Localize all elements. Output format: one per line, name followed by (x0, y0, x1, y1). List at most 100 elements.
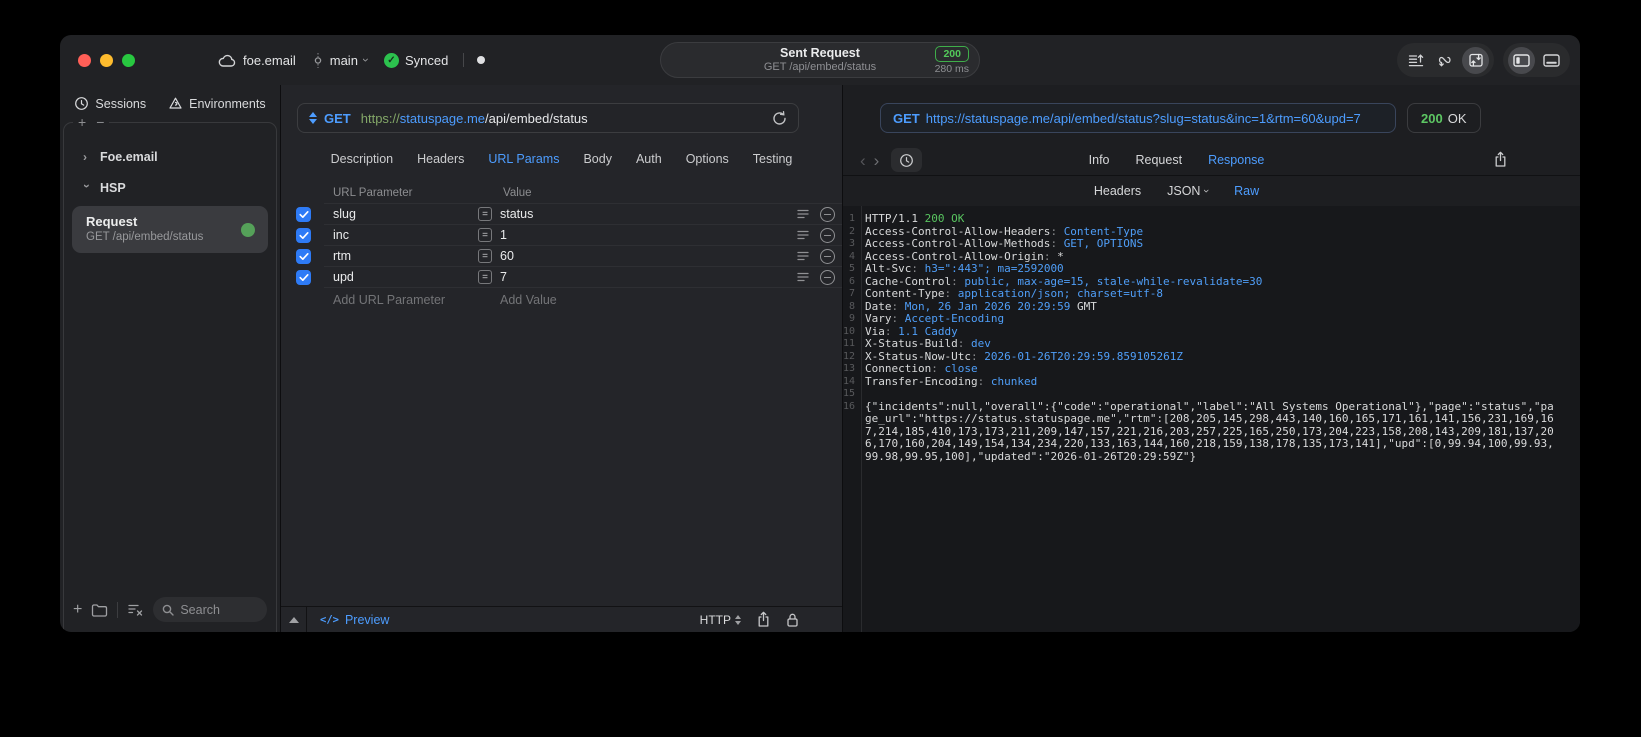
param-name[interactable]: inc (333, 228, 349, 242)
request-url-bar[interactable]: GET https://statuspage.me/api/embed/stat… (297, 103, 799, 133)
row-options-icon[interactable] (797, 209, 809, 219)
add-param-placeholder[interactable]: Add URL Parameter (333, 293, 445, 307)
add-request-button[interactable]: + (73, 601, 82, 619)
share-icon[interactable] (1493, 151, 1508, 168)
tab-response[interactable]: Response (1208, 153, 1264, 167)
send-refresh-icon[interactable] (772, 110, 787, 126)
minimize-window-button[interactable] (100, 53, 113, 67)
tab-info[interactable]: Info (1089, 153, 1110, 167)
sync-label: Synced (404, 52, 449, 68)
add-value-placeholder[interactable]: Add Value (500, 293, 557, 307)
tab-testing[interactable]: Testing (753, 152, 793, 166)
param-checkbox[interactable] (296, 207, 311, 222)
line-number: 2 (848, 225, 855, 237)
sent-request-pill[interactable]: Sent Request GET /api/embed/status 200 2… (660, 42, 980, 78)
param-value[interactable]: 7 (500, 270, 507, 284)
line-number: 1 (848, 213, 855, 224)
response-subnav: Headers JSON › Raw (843, 176, 1580, 206)
line-number: 11 (843, 338, 856, 349)
param-operator[interactable]: = (478, 249, 492, 263)
branch-selector[interactable]: main › (312, 52, 373, 68)
param-operator[interactable]: = (478, 207, 492, 221)
tree-group-foe-email[interactable]: › Foe.email (64, 141, 276, 172)
import-export-button[interactable] (1462, 46, 1489, 74)
preview-button[interactable]: </> Preview (320, 613, 389, 627)
clear-filter-button[interactable] (127, 602, 144, 617)
tab-url-params[interactable]: URL Params (488, 152, 559, 166)
search-placeholder: Search (180, 602, 220, 617)
tab-headers[interactable]: Headers (417, 152, 464, 166)
subtab-raw[interactable]: Raw (1234, 184, 1259, 198)
param-name[interactable]: upd (333, 270, 354, 284)
remove-row-icon[interactable] (820, 249, 835, 264)
param-name[interactable]: slug (333, 207, 356, 221)
close-window-button[interactable] (78, 53, 91, 67)
param-checkbox[interactable] (296, 270, 311, 285)
request-list-item[interactable]: Request GET /api/embed/status (72, 206, 268, 253)
subtab-headers[interactable]: Headers (1094, 184, 1141, 198)
param-value[interactable]: 60 (500, 249, 514, 263)
protocol-selector[interactable]: HTTP (700, 613, 741, 627)
sync-loop-icon[interactable] (1432, 47, 1459, 74)
request-footer: </> Preview HTTP (281, 606, 842, 632)
subtab-raw-label: Raw (1234, 184, 1260, 198)
response-status-text: OK (1447, 110, 1467, 126)
line-number: 14 (843, 375, 856, 387)
method-stepper-icon[interactable] (309, 112, 317, 124)
row-options-icon[interactable] (797, 272, 809, 282)
tab-options[interactable]: Options (686, 152, 729, 166)
param-checkbox[interactable] (296, 249, 311, 264)
remove-row-icon[interactable] (820, 270, 835, 285)
request-url-text[interactable]: https://statuspage.me/api/embed/status (361, 111, 588, 126)
toggle-sidebar-button[interactable] (1508, 46, 1535, 74)
tab-auth[interactable]: Auth (636, 152, 662, 166)
param-checkbox[interactable] (296, 228, 311, 243)
export-list-button[interactable] (1402, 47, 1429, 74)
unsaved-dot-icon (477, 56, 486, 64)
line-number: 9 (848, 313, 855, 324)
expand-panel-button[interactable] (281, 607, 307, 632)
add-session-icon[interactable]: + (78, 114, 86, 130)
search-input[interactable]: Search (153, 597, 267, 622)
share-icon[interactable] (756, 611, 771, 628)
param-operator[interactable]: = (478, 270, 492, 284)
remove-row-icon[interactable] (820, 228, 835, 243)
remove-session-icon[interactable]: − (96, 114, 104, 130)
code-icon: </> (320, 613, 339, 626)
row-options-icon[interactable] (797, 251, 809, 261)
param-value[interactable]: 1 (500, 228, 507, 242)
tab-request[interactable]: Request (1136, 153, 1183, 167)
tab-description[interactable]: Description (331, 152, 394, 166)
add-param-row[interactable]: Add URL Parameter Add Value (281, 288, 842, 312)
column-header-name: URL Parameter (333, 187, 413, 199)
response-nav: ‹ › Info Request Response (843, 145, 1580, 176)
param-name[interactable]: rtm (333, 249, 351, 263)
toggle-bottom-panel-button[interactable] (1538, 47, 1565, 74)
tab-sessions-label: Sessions (95, 96, 147, 111)
new-folder-button[interactable] (91, 603, 108, 617)
param-value[interactable]: status (500, 207, 533, 221)
sidebar: Sessions Environments + − › Foe.email › … (60, 85, 281, 632)
line-number: 15 (843, 388, 856, 399)
param-operator[interactable]: = (478, 228, 492, 242)
tab-sessions[interactable]: Sessions (74, 96, 146, 111)
tab-body[interactable]: Body (583, 152, 612, 166)
preview-label: Preview (344, 612, 390, 627)
tree-group-hsp[interactable]: › HSP (64, 172, 276, 203)
cloud-icon (218, 54, 236, 67)
lock-icon[interactable] (786, 612, 799, 628)
param-row-upd: upd = 7 (281, 267, 842, 288)
sessions-clock-icon (74, 96, 89, 111)
titlebar-divider (463, 53, 465, 67)
chevron-down-icon: › (80, 183, 94, 188)
sent-request-title: Sent Request (780, 46, 860, 60)
row-options-icon[interactable] (797, 230, 809, 240)
tab-environments[interactable]: Environments (168, 96, 266, 111)
method-label[interactable]: GET (324, 111, 351, 126)
subtab-json-dropdown[interactable]: JSON › (1167, 184, 1212, 198)
remove-row-icon[interactable] (820, 207, 835, 222)
zoom-window-button[interactable] (122, 53, 135, 67)
tree-group-label: HSP (100, 180, 126, 195)
status-badge: 200 (935, 46, 969, 62)
request-item-subtitle: GET /api/embed/status (86, 231, 204, 243)
